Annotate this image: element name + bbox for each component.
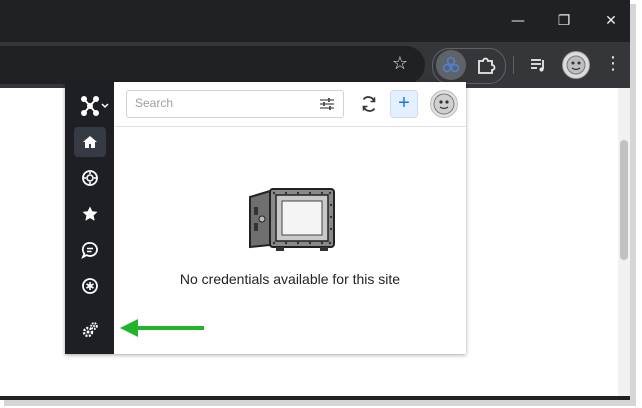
sidebar-item-messages[interactable] xyxy=(74,235,106,265)
sync-button[interactable] xyxy=(358,93,380,115)
filter-sliders-icon[interactable] xyxy=(319,96,335,112)
popup-sidebar xyxy=(65,82,114,354)
password-manager-extension-icon[interactable] xyxy=(436,50,466,80)
sync-icon xyxy=(362,96,376,112)
sidebar-item-favorites[interactable] xyxy=(74,199,106,229)
star-icon xyxy=(82,206,98,221)
browser-menu-icon[interactable]: ⋮ xyxy=(604,52,622,76)
search-input[interactable]: Search xyxy=(126,90,344,118)
media-controls-icon[interactable] xyxy=(528,55,548,75)
profile-avatar[interactable] xyxy=(562,51,590,79)
sidebar-item-home[interactable] xyxy=(74,127,106,157)
popup-header: Search + xyxy=(114,82,466,127)
close-window-button[interactable]: ✕ xyxy=(596,8,626,34)
address-bar[interactable] xyxy=(0,46,425,84)
extension-popup: Search + No credentials available for th… xyxy=(65,82,466,354)
shield-settings-icon xyxy=(82,170,98,186)
puzzle-icon[interactable] xyxy=(474,53,498,77)
sidebar-item-password-generator[interactable] xyxy=(74,271,106,301)
page-scrollbar-thumb[interactable] xyxy=(620,140,628,260)
gears-icon xyxy=(82,322,98,338)
title-bar: — ❐ ✕ xyxy=(0,0,630,42)
annotation-arrow xyxy=(120,319,204,337)
search-placeholder: Search xyxy=(135,96,174,110)
empty-vault-icon xyxy=(249,188,335,251)
sidebar-item-security[interactable] xyxy=(74,163,106,193)
add-credential-button[interactable]: + xyxy=(390,90,418,118)
user-avatar[interactable] xyxy=(430,90,458,118)
minimize-button[interactable]: — xyxy=(503,8,533,34)
chat-icon xyxy=(81,242,98,259)
restore-button[interactable]: ❐ xyxy=(549,8,579,34)
asterisk-circle-icon xyxy=(82,278,98,294)
empty-state-message: No credentials available for this site xyxy=(179,271,401,287)
bookmark-star-icon[interactable]: ☆ xyxy=(390,53,410,75)
toolbar-divider xyxy=(513,56,514,74)
sidebar-item-settings[interactable] xyxy=(74,315,106,345)
home-icon xyxy=(83,136,97,148)
window-shadow xyxy=(4,400,636,406)
window-shadow xyxy=(630,4,636,404)
app-logo-icon[interactable] xyxy=(75,92,111,120)
